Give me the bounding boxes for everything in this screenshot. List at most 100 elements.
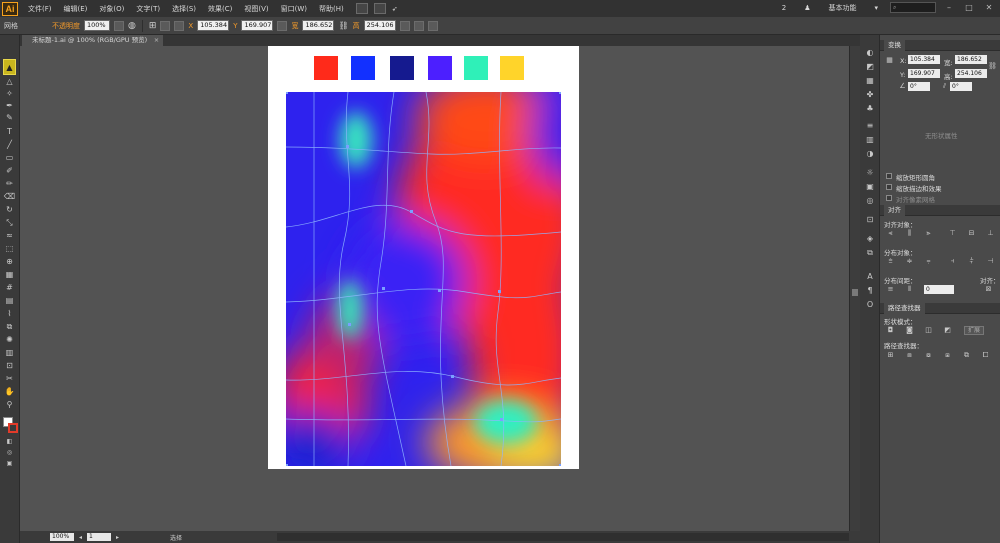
align-icon[interactable]: ⊞ [149, 21, 157, 31]
minimize-button[interactable]: – [942, 2, 956, 13]
character-panel-icon[interactable]: A [865, 272, 875, 282]
direct-selection-tool-icon[interactable]: △ [3, 77, 16, 87]
transform-tab[interactable]: 变换 [884, 40, 905, 51]
hand-tool-icon[interactable]: ✋ [3, 387, 16, 397]
transparency-panel-icon[interactable]: ◑ [865, 149, 875, 159]
user-icon[interactable]: ♟ [798, 4, 816, 12]
width-tool-icon[interactable]: ≈ [3, 231, 16, 241]
gradient-tool-icon[interactable]: ▤ [3, 296, 16, 306]
distribute-hspace-icon[interactable]: ⦀ [905, 285, 914, 294]
graphic-styles-icon[interactable]: ▣ [865, 182, 875, 192]
divide-icon[interactable]: ⊞ [886, 351, 895, 360]
align-hcenter-icon[interactable]: ⫼ [905, 229, 914, 238]
help-search-input[interactable]: ⌕ [890, 2, 936, 13]
outline-icon[interactable]: ⧉ [962, 351, 971, 360]
color-swatch-blue[interactable] [351, 56, 375, 80]
opentype-panel-icon[interactable]: O [865, 300, 875, 310]
canvas[interactable] [20, 46, 849, 531]
distribute-top-icon[interactable]: ⩧ [886, 257, 895, 266]
align-tab[interactable]: 对齐 [884, 205, 905, 216]
distribute-bottom-icon[interactable]: ⩦ [924, 257, 933, 266]
pathfinder-tab[interactable]: 路径查找器 [884, 303, 925, 314]
paintbrush-tool-icon[interactable]: ✐ [3, 166, 16, 176]
perspective-grid-tool-icon[interactable]: ▦ [3, 270, 16, 280]
color-swatch-yellow[interactable] [500, 56, 524, 80]
unite-icon[interactable]: ◘ [886, 326, 895, 335]
menu-effect[interactable]: 效果(C) [202, 4, 238, 14]
align-top-icon[interactable]: ⊤ [948, 229, 957, 238]
opacity-input[interactable]: 100% [84, 20, 110, 31]
menu-help[interactable]: 帮助(H) [313, 4, 350, 14]
selection-tool-icon[interactable]: ▲ [3, 59, 16, 75]
distribute-left-icon[interactable]: ⫞ [948, 257, 957, 266]
type-tool-icon[interactable]: T [3, 127, 16, 137]
transform-h-input[interactable]: 254.106 [955, 69, 987, 78]
pen-tool-icon[interactable]: ✒ [3, 101, 16, 111]
w-input[interactable]: 186.652 [302, 20, 335, 31]
pixel-grid-checkbox[interactable] [886, 195, 892, 201]
slice-tool-icon[interactable]: ✂ [3, 374, 16, 384]
artboards-panel-icon[interactable]: ⧉ [865, 248, 875, 258]
zoom-level-input[interactable]: 100% [50, 533, 74, 541]
magic-wand-tool-icon[interactable]: ✧ [3, 89, 16, 99]
free-transform-tool-icon[interactable]: ⬚ [3, 244, 16, 254]
expand-button[interactable]: 扩展 [964, 326, 985, 335]
horizontal-scrollbar[interactable] [277, 533, 849, 541]
workspace-switcher[interactable]: 基本功能 [822, 3, 862, 13]
shear-angle-input[interactable]: 0° [950, 82, 972, 91]
layers-panel-icon[interactable]: ◈ [865, 234, 875, 244]
constrain-proportions-icon[interactable]: ⛓ [338, 21, 348, 30]
maximize-button[interactable]: □ [962, 2, 976, 13]
rotate-tool-icon[interactable]: ↻ [3, 205, 16, 215]
artboard-number-input[interactable]: 1 [87, 533, 112, 541]
align-to-selection-icon[interactable]: ⊠ [984, 285, 993, 294]
color-swatch-violet[interactable] [428, 56, 452, 80]
crop-icon[interactable]: ⧆ [943, 351, 952, 360]
gpu-rocket-icon[interactable]: ➶ [386, 5, 404, 13]
transform-w-input[interactable]: 186.652 [955, 55, 987, 64]
curvature-tool-icon[interactable]: ✎ [3, 113, 16, 123]
align-bottom-icon[interactable]: ⊥ [986, 229, 995, 238]
clipping-mask-icon[interactable] [277, 20, 288, 31]
stroke-panel-icon[interactable]: ≡ [865, 121, 875, 131]
exclude-icon[interactable]: ◩ [943, 326, 952, 335]
scale-corners-checkbox[interactable] [886, 173, 892, 179]
reference-point-icon[interactable] [174, 20, 185, 31]
y-input[interactable]: 169.907 [241, 20, 274, 31]
bridge-button[interactable] [355, 3, 368, 14]
distribute-hcenter-icon[interactable]: ⫩ [967, 257, 976, 266]
minus-back-icon[interactable]: ⧠ [981, 351, 990, 360]
distribute-right-icon[interactable]: ⊣ [986, 257, 995, 266]
h-input[interactable]: 254.106 [363, 20, 396, 31]
brushes-panel-icon[interactable]: ✤ [865, 90, 875, 100]
align-right-icon[interactable]: ⫸ [924, 229, 933, 238]
vertical-scrollbar[interactable] [849, 46, 860, 531]
transform-options-icon[interactable] [399, 20, 410, 31]
eraser-tool-icon[interactable]: ⌫ [3, 192, 16, 202]
color-panel-icon[interactable]: ◐ [865, 48, 875, 58]
transform-panel-icon[interactable]: ⊡ [865, 215, 875, 225]
scale-tool-icon[interactable]: ⤡ [3, 218, 16, 228]
mesh-tool-icon[interactable]: # [3, 283, 16, 293]
align-vcenter-icon[interactable]: ⊟ [967, 229, 976, 238]
color-swatch-red[interactable] [314, 56, 338, 80]
intersect-icon[interactable]: ◫ [924, 326, 933, 335]
symbols-panel-icon[interactable]: ♣ [865, 104, 875, 114]
menu-edit[interactable]: 编辑(E) [58, 4, 94, 14]
menu-object[interactable]: 对象(O) [93, 4, 130, 14]
arrange-documents-button[interactable] [373, 3, 386, 14]
merge-icon[interactable]: ⧇ [924, 351, 933, 360]
artboard-tool-icon[interactable]: ⊡ [3, 361, 16, 371]
workspace-dropdown-icon[interactable]: ▾ [868, 4, 884, 12]
eyedropper-tool-icon[interactable]: ⌇ [3, 309, 16, 319]
appearance-panel-icon[interactable]: ☼ [865, 168, 875, 178]
scale-strokes-checkbox[interactable] [886, 184, 892, 190]
recolor-icon[interactable]: ◍ [128, 21, 136, 31]
color-mode-icon[interactable]: ◧ [3, 437, 16, 447]
opacity-dropdown-icon[interactable] [114, 20, 124, 31]
x-input[interactable]: 105.384 [197, 20, 230, 31]
screen-mode-icon[interactable]: ▣ [3, 459, 16, 469]
transform-x-input[interactable]: 105.384 [908, 55, 940, 64]
symbol-sprayer-tool-icon[interactable]: ✺ [3, 335, 16, 345]
menu-select[interactable]: 选择(S) [166, 4, 202, 14]
